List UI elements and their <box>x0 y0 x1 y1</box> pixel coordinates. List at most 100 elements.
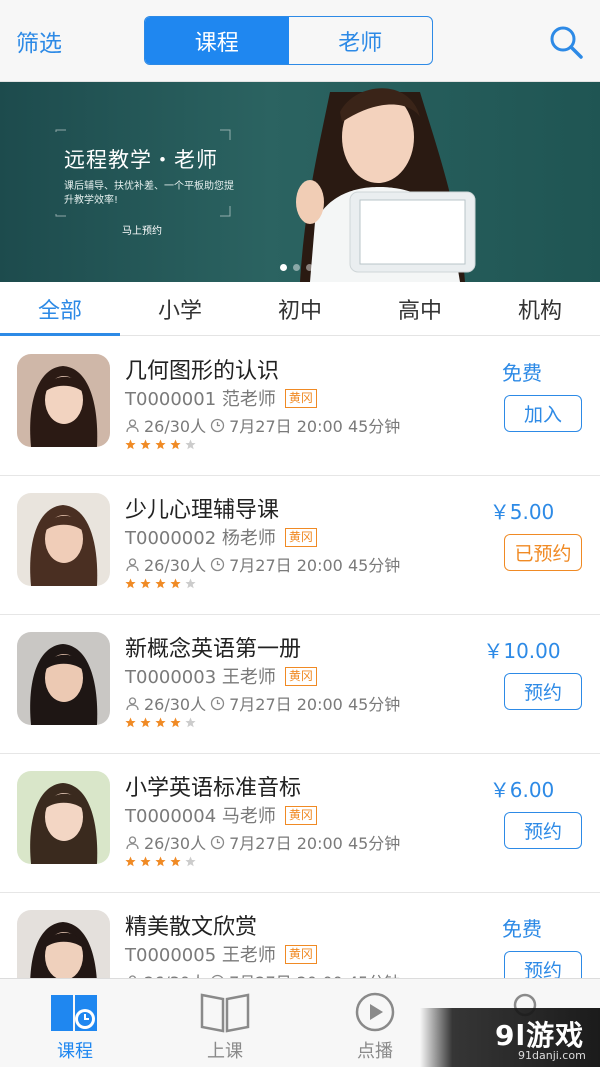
teacher-photo <box>296 88 476 282</box>
enrollment-count: 26/30人 <box>144 834 207 853</box>
course-title[interactable]: 少儿心理辅导课 <box>125 492 279 524</box>
rating-stars <box>125 856 196 867</box>
search-icon[interactable] <box>548 24 584 60</box>
course-price: ￥10.00 <box>483 639 561 663</box>
category-tabs: 全部 小学 初中 高中 机构 <box>0 282 600 336</box>
enrollment-count: 26/30人 <box>144 695 207 714</box>
segment-teachers[interactable]: 老师 <box>289 17 433 64</box>
region-tag: 黄冈 <box>284 527 317 547</box>
course-row[interactable]: 几何图形的认识 T0000001 范老师 黄冈 26/30人 7月27日 20:… <box>0 337 600 476</box>
course-price: 免费 <box>502 361 542 385</box>
course-code-text: T0000004 马老师 <box>125 806 276 827</box>
tab-senior-high[interactable]: 高中 <box>360 282 480 335</box>
course-meta: 26/30人 7月27日 20:00 45分钟 <box>125 413 400 437</box>
course-code: T0000001 范老师 黄冈 <box>125 385 317 411</box>
rating-star-icon <box>140 717 151 728</box>
course-book-icon <box>51 995 97 1031</box>
enrollment-count: 26/30人 <box>144 556 207 575</box>
person-icon <box>126 696 139 710</box>
course-row[interactable]: 新概念英语第一册 T0000003 王老师 黄冈 26/30人 7月27日 20… <box>0 615 600 754</box>
course-action-button[interactable]: 预约 <box>504 812 582 849</box>
tab-primary-school[interactable]: 小学 <box>120 282 240 335</box>
top-navigation-bar: 筛选 课程 老师 <box>0 0 600 82</box>
course-meta: 26/30人 7月27日 20:00 45分钟 <box>125 552 400 576</box>
tab-courses[interactable]: 课程 <box>0 979 150 1067</box>
banner-title: 远程教学・老师 <box>64 148 218 172</box>
course-code-text: T0000002 杨老师 <box>125 528 276 549</box>
tab-all[interactable]: 全部 <box>0 282 120 336</box>
banner-subtitle: 课后辅导、扶优补差、一个平板助您提升教学效率! <box>64 181 234 206</box>
rating-star-icon <box>140 856 151 867</box>
region-tag: 黄冈 <box>284 944 317 964</box>
course-code-text: T0000005 王老师 <box>125 945 276 966</box>
open-book-icon <box>200 993 250 1033</box>
rating-stars <box>125 717 196 728</box>
course-meta: 26/30人 7月27日 20:00 45分钟 <box>125 969 400 978</box>
tab-junior-high[interactable]: 初中 <box>240 282 360 335</box>
course-meta: 26/30人 7月27日 20:00 45分钟 <box>125 691 400 715</box>
teacher-avatar[interactable] <box>17 771 110 864</box>
region-tag: 黄冈 <box>284 805 317 825</box>
course-time: 7月27日 20:00 45分钟 <box>229 969 400 978</box>
course-action-button[interactable]: 预约 <box>504 951 582 978</box>
rating-star-icon <box>170 856 181 867</box>
rating-star-icon <box>170 717 181 728</box>
tab-class[interactable]: 上课 <box>150 979 300 1067</box>
course-time: 7月27日 20:00 45分钟 <box>229 556 401 575</box>
enrollment-count: 26/30人 <box>144 969 206 978</box>
filter-button[interactable]: 筛选 <box>16 24 62 58</box>
segment-courses[interactable]: 课程 <box>145 17 289 64</box>
teacher-avatar[interactable] <box>17 493 110 586</box>
course-code: T0000004 马老师 黄冈 <box>125 802 317 828</box>
course-action-button[interactable]: 加入 <box>504 395 582 432</box>
tab-label: 课程 <box>57 1041 93 1062</box>
course-row[interactable]: 精美散文欣赏 T0000005 王老师 黄冈 26/30人 7月27日 20:0… <box>0 893 600 978</box>
course-title[interactable]: 几何图形的认识 <box>125 353 279 385</box>
course-row[interactable]: 少儿心理辅导课 T0000002 杨老师 黄冈 26/30人 7月27日 20:… <box>0 476 600 615</box>
rating-star-icon <box>170 439 181 450</box>
rating-stars <box>125 439 196 450</box>
rating-star-icon <box>125 439 136 450</box>
course-title[interactable]: 小学英语标准音标 <box>125 770 301 802</box>
rating-star-icon <box>140 578 151 589</box>
teacher-avatar[interactable] <box>17 910 110 978</box>
course-meta: 26/30人 7月27日 20:00 45分钟 <box>125 830 400 854</box>
rating-star-icon <box>185 578 196 589</box>
tab-institution[interactable]: 机构 <box>480 282 600 335</box>
pagination-dot[interactable] <box>293 264 300 271</box>
clock-icon <box>210 696 225 710</box>
course-code: T0000003 王老师 黄冈 <box>125 663 317 689</box>
banner-cta[interactable]: 马上预约 <box>122 222 162 237</box>
region-tag: 黄冈 <box>284 666 317 686</box>
rating-star-icon <box>140 439 151 450</box>
rating-star-icon <box>185 439 196 450</box>
tab-label: 上课 <box>207 1041 243 1062</box>
enrollment-count: 26/30人 <box>144 417 207 436</box>
course-action-button[interactable]: 已预约 <box>504 534 582 571</box>
pagination-dot[interactable] <box>280 264 287 271</box>
rating-star-icon <box>125 578 136 589</box>
course-code: T0000005 王老师 黄冈 <box>125 941 317 967</box>
rating-stars <box>125 578 196 589</box>
course-time: 7月27日 20:00 45分钟 <box>229 417 401 436</box>
course-title[interactable]: 新概念英语第一册 <box>125 631 301 663</box>
course-time: 7月27日 20:00 45分钟 <box>229 834 401 853</box>
play-icon <box>355 992 395 1032</box>
course-price: ￥6.00 <box>489 778 555 802</box>
rating-star-icon <box>185 717 196 728</box>
course-action-button[interactable]: 预约 <box>504 673 582 710</box>
teacher-avatar[interactable] <box>17 354 110 447</box>
clock-icon <box>210 418 225 432</box>
pagination-dot[interactable] <box>306 264 313 271</box>
promo-banner[interactable]: 远程教学・老师 课后辅导、扶优补差、一个平板助您提升教学效率! 马上预约 <box>0 82 600 282</box>
course-title[interactable]: 精美散文欣赏 <box>125 909 257 941</box>
rating-star-icon <box>155 439 166 450</box>
rating-star-icon <box>155 717 166 728</box>
teacher-avatar[interactable] <box>17 632 110 725</box>
course-code-text: T0000001 范老师 <box>125 389 276 410</box>
rating-star-icon <box>125 717 136 728</box>
course-code: T0000002 杨老师 黄冈 <box>125 524 317 550</box>
course-row[interactable]: 小学英语标准音标 T0000004 马老师 黄冈 26/30人 7月27日 20… <box>0 754 600 893</box>
clock-icon <box>210 557 225 571</box>
person-icon <box>126 418 139 432</box>
